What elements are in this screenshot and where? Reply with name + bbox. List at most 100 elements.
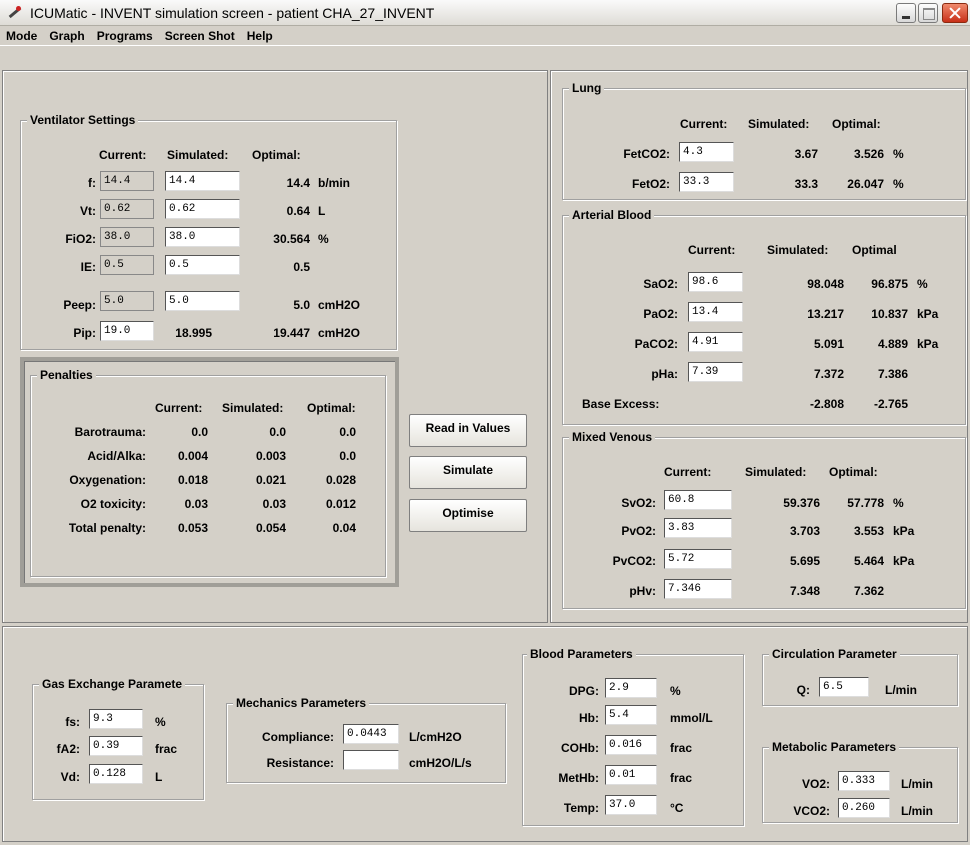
blood-hb-input[interactable]: 5.4 bbox=[605, 705, 657, 725]
pen-acid-simulated: 0.003 bbox=[255, 449, 286, 463]
art-pao2-unit: kPa bbox=[917, 307, 939, 321]
gas-fs-input[interactable]: 9.3 bbox=[89, 709, 143, 729]
art-pao2-simulated: 13.217 bbox=[807, 307, 844, 321]
art-base-excess-optimal: -2.765 bbox=[873, 397, 908, 411]
arterial-blood-title: Arterial Blood bbox=[569, 208, 655, 222]
art-pao2-current[interactable]: 13.4 bbox=[688, 302, 743, 322]
met-vco2-input[interactable]: 0.260 bbox=[838, 798, 890, 818]
gas-vd-input[interactable]: 0.128 bbox=[89, 764, 143, 784]
circ-q-label: Q: bbox=[796, 683, 810, 697]
met-vo2-input[interactable]: 0.333 bbox=[838, 771, 890, 791]
art-paco2-optimal: 4.889 bbox=[877, 337, 908, 351]
optimise-button[interactable]: Optimise bbox=[409, 499, 527, 532]
vent-peep-current: 5.0 bbox=[100, 291, 154, 311]
pen-total-simulated: 0.054 bbox=[255, 521, 286, 535]
vent-ie-label: IE: bbox=[80, 260, 96, 274]
ven-svo2-current[interactable]: 60.8 bbox=[664, 490, 732, 510]
ven-phv-simulated: 7.348 bbox=[789, 584, 820, 598]
blood-temp-input[interactable]: 37.0 bbox=[605, 795, 657, 815]
lung-feto2-current[interactable]: 33.3 bbox=[679, 172, 734, 192]
pen-total-optimal: 0.04 bbox=[332, 521, 356, 535]
pen-acid-label: Acid/Alka: bbox=[87, 449, 146, 463]
pen-total-label: Total penalty: bbox=[68, 521, 146, 535]
pen-o2tox-label: O2 toxicity: bbox=[80, 497, 146, 511]
gas-fs-unit: % bbox=[155, 715, 166, 729]
ven-svo2-label: SvO2: bbox=[621, 496, 656, 510]
blood-methb-input[interactable]: 0.01 bbox=[605, 765, 657, 785]
blood-hb-label: Hb: bbox=[579, 711, 599, 725]
vent-f-simulated[interactable]: 14.4 bbox=[165, 171, 240, 191]
menu-mode[interactable]: Mode bbox=[6, 29, 37, 43]
app-pipette-icon bbox=[6, 4, 24, 22]
menu-screen-shot[interactable]: Screen Shot bbox=[165, 29, 235, 43]
menu-programs[interactable]: Programs bbox=[97, 29, 153, 43]
pen-oxy-label: Oxygenation: bbox=[69, 473, 146, 487]
pen-oxy-optimal: 0.028 bbox=[325, 473, 356, 487]
ven-pvo2-optimal: 3.553 bbox=[853, 524, 884, 538]
gas-fa2-input[interactable]: 0.39 bbox=[89, 736, 143, 756]
vent-peep-simulated[interactable]: 5.0 bbox=[165, 291, 240, 311]
title-bar[interactable]: ICUMatic - INVENT simulation screen - pa… bbox=[0, 0, 970, 26]
vent-ie-optimal: 0.5 bbox=[293, 260, 310, 274]
menu-help[interactable]: Help bbox=[247, 29, 273, 43]
circ-q-input[interactable]: 6.5 bbox=[819, 677, 869, 697]
art-sao2-label: SaO2: bbox=[643, 277, 678, 291]
ven-svo2-unit: % bbox=[893, 496, 904, 510]
vent-f-unit: b/min bbox=[318, 176, 350, 190]
ven-svo2-simulated: 59.376 bbox=[783, 496, 820, 510]
blood-dpg-input[interactable]: 2.9 bbox=[605, 678, 657, 698]
vent-vt-optimal: 0.64 bbox=[286, 204, 310, 218]
pen-o2tox-current: 0.03 bbox=[184, 497, 208, 511]
ven-pvco2-current[interactable]: 5.72 bbox=[664, 549, 732, 569]
ven-header-current: Current: bbox=[664, 465, 712, 479]
vent-f-current: 14.4 bbox=[100, 171, 154, 191]
pen-total-current: 0.053 bbox=[177, 521, 208, 535]
minimize-button[interactable] bbox=[896, 3, 916, 23]
art-header-simulated: Simulated: bbox=[767, 243, 829, 257]
lung-title: Lung bbox=[569, 81, 605, 95]
ven-pvo2-current[interactable]: 3.83 bbox=[664, 518, 732, 538]
ven-pvco2-unit: kPa bbox=[893, 554, 915, 568]
maximize-button[interactable] bbox=[918, 3, 938, 23]
gas-vd-unit: L bbox=[155, 770, 163, 784]
read-in-values-button[interactable]: Read in Values bbox=[409, 414, 527, 447]
pen-o2tox-optimal: 0.012 bbox=[325, 497, 356, 511]
lung-feto2-unit: % bbox=[893, 177, 904, 191]
vent-pip-optimal: 19.447 bbox=[273, 326, 310, 340]
blood-dpg-unit: % bbox=[670, 684, 681, 698]
ven-svo2-optimal: 57.778 bbox=[847, 496, 884, 510]
vent-fio2-optimal: 30.564 bbox=[273, 232, 310, 246]
vent-ie-simulated[interactable]: 0.5 bbox=[165, 255, 240, 275]
lung-fetco2-label: FetCO2: bbox=[623, 147, 670, 161]
ven-header-simulated: Simulated: bbox=[745, 465, 807, 479]
vent-pip-current[interactable]: 19.0 bbox=[100, 321, 154, 341]
art-paco2-current[interactable]: 4.91 bbox=[688, 332, 743, 352]
art-paco2-label: PaCO2: bbox=[634, 337, 678, 351]
mech-resistance-unit: cmH2O/L/s bbox=[409, 756, 472, 770]
art-sao2-current[interactable]: 98.6 bbox=[688, 272, 743, 292]
vent-fio2-current: 38.0 bbox=[100, 227, 154, 247]
mech-resistance-input[interactable] bbox=[343, 750, 399, 770]
vent-vt-label: Vt: bbox=[80, 204, 96, 218]
vent-fio2-simulated[interactable]: 38.0 bbox=[165, 227, 240, 247]
blood-hb-unit: mmol/L bbox=[670, 711, 713, 725]
art-pha-current[interactable]: 7.39 bbox=[688, 362, 743, 382]
gas-fs-label: fs: bbox=[65, 715, 80, 729]
art-base-excess-label: Base Excess: bbox=[582, 397, 660, 411]
vent-vt-simulated[interactable]: 0.62 bbox=[165, 199, 240, 219]
circ-q-unit: L/min bbox=[885, 683, 917, 697]
menu-graph[interactable]: Graph bbox=[49, 29, 84, 43]
vent-f-label: f: bbox=[88, 176, 96, 190]
close-button[interactable] bbox=[942, 3, 968, 23]
lung-fetco2-current[interactable]: 4.3 bbox=[679, 142, 734, 162]
vent-fio2-label: FiO2: bbox=[65, 232, 96, 246]
mech-compliance-label: Compliance: bbox=[261, 730, 334, 744]
ven-pvo2-simulated: 3.703 bbox=[789, 524, 820, 538]
mechanics-title: Mechanics Parameters bbox=[233, 696, 370, 710]
art-paco2-unit: kPa bbox=[917, 337, 939, 351]
blood-cohb-input[interactable]: 0.016 bbox=[605, 735, 657, 755]
mech-compliance-input[interactable]: 0.0443 bbox=[343, 724, 399, 744]
simulate-button[interactable]: Simulate bbox=[409, 456, 527, 489]
ven-phv-current[interactable]: 7.346 bbox=[664, 579, 732, 599]
vent-pip-label: Pip: bbox=[73, 326, 96, 340]
